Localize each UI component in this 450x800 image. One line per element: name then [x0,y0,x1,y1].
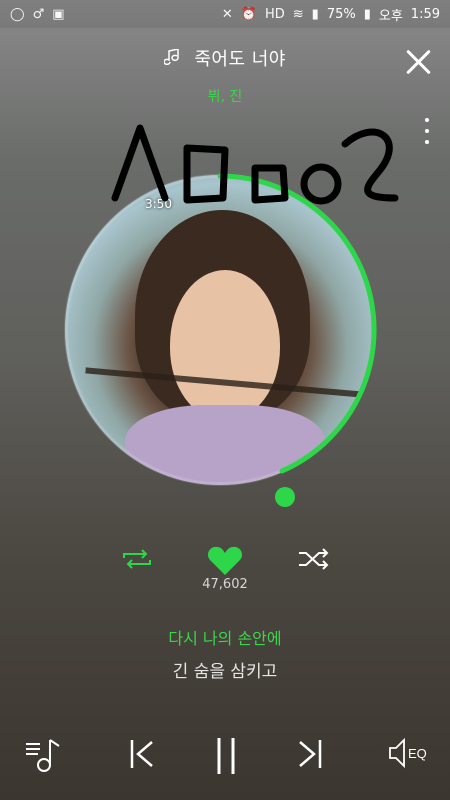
artist-name[interactable]: 뷔, 진 [0,86,450,106]
app-icon: ◯ [10,6,25,22]
progress-handle[interactable] [275,487,295,507]
eq-button[interactable]: EQ [388,736,430,772]
lyric-current-line[interactable]: 다시 나의 손안에 [0,625,450,649]
like-count: 47,602 [202,577,248,592]
more-options-button[interactable] [422,118,432,144]
shuffle-icon[interactable] [297,548,331,570]
status-bar: ◯ ♂ ▣ ✕ ⏰ HD ≋ ▮ 75% ▮ 오후 1:59 [0,0,450,28]
title-row: 죽어도 너야 [0,45,450,71]
song-title: 죽어도 너야 [194,49,286,70]
close-button[interactable] [404,48,432,76]
hd-icon: HD [264,6,285,22]
speaker-icon [389,737,405,769]
lyric-next-line[interactable]: 긴 숨을 삼키고 [0,657,450,682]
alarm-icon: ⏰ [240,6,257,22]
dot-icon [425,118,429,122]
notification-icon: ▣ [52,6,65,22]
pause-icon[interactable] [213,736,239,776]
status-left: ◯ ♂ ▣ [10,7,65,22]
music-note-icon [163,48,182,70]
previous-icon[interactable] [128,736,158,772]
eq-label: EQ [408,746,427,761]
battery-percent: 75% [326,6,356,22]
status-right: ✕ ⏰ HD ≋ ▮ 75% ▮ 오후 1:59 [222,5,440,24]
dot-icon [425,140,429,144]
status-time: 1:59 [410,6,440,22]
repeat-icon[interactable] [120,548,154,570]
mute-icon: ✕ [221,6,233,22]
handwriting-overlay [111,124,399,205]
bottom-controls: EQ [0,730,450,790]
battery-icon: ▮ [363,6,371,22]
dot-icon [425,129,429,133]
song-title-container: 죽어도 너야 [163,48,286,70]
signal-icon: ▮ [311,6,319,22]
progress-ring[interactable] [60,170,380,490]
next-icon[interactable] [294,736,324,772]
record-icon: ♂ [32,6,45,22]
playlist-icon[interactable] [24,736,64,776]
album-art-area[interactable]: 3:50 [64,173,385,507]
status-ampm: 오후 [378,8,403,24]
wifi-icon: ≋ [292,6,304,22]
heart-icon[interactable] [207,545,243,577]
